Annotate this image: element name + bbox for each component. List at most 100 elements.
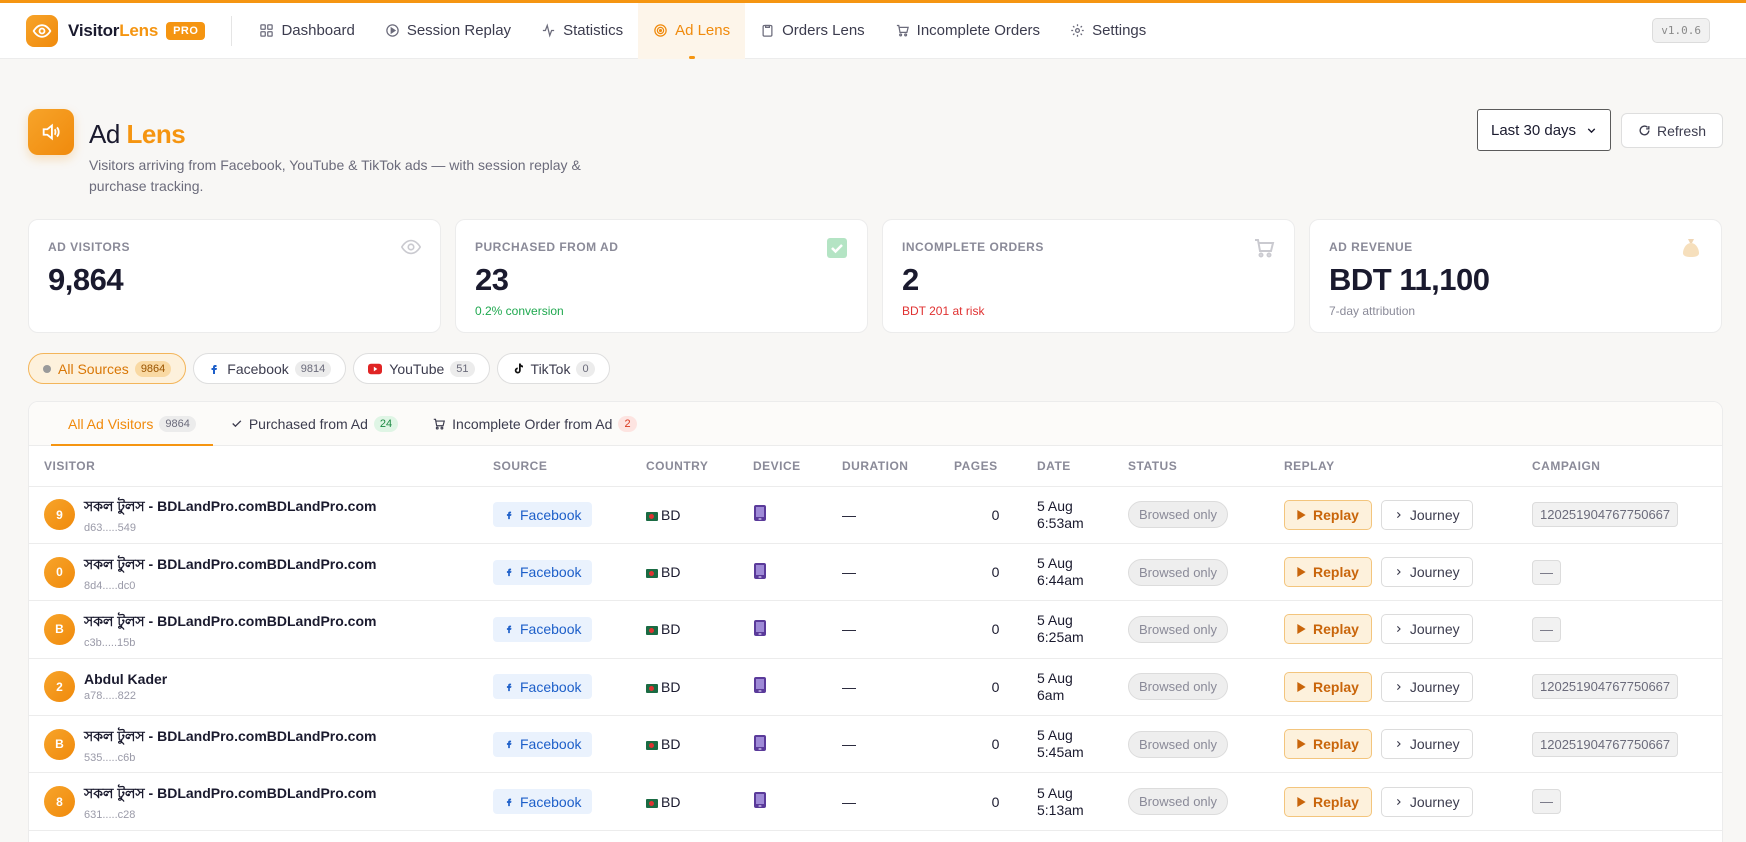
- facebook-icon: [506, 626, 512, 634]
- activity-icon: [542, 23, 555, 38]
- duration-value: —: [842, 600, 954, 659]
- col-status[interactable]: STATUS: [1128, 446, 1284, 487]
- flag-bd-icon: [646, 626, 658, 636]
- journey-button[interactable]: Journey: [1380, 786, 1473, 817]
- nav-incomplete-orders[interactable]: Incomplete Orders: [880, 3, 1055, 59]
- replay-button[interactable]: Replay: [1284, 671, 1372, 702]
- count-badge: 24: [373, 415, 399, 432]
- table-row[interactable]: 8 সকল টুলস - BDLandPro.comBDLandPro.com …: [29, 772, 1722, 831]
- source-badge: Facebook: [493, 674, 593, 700]
- visitor-id: 535.....c6b: [84, 751, 136, 764]
- country-code: BD: [661, 678, 681, 695]
- col-visitor[interactable]: VISITOR: [29, 446, 493, 487]
- filter-facebook[interactable]: Facebook 9814: [193, 353, 347, 384]
- replay-button[interactable]: Replay: [1284, 499, 1372, 530]
- count-badge: 0: [576, 360, 595, 377]
- gear-icon: [1071, 24, 1084, 37]
- main-nav: Dashboard Session Replay Statistics Ad L…: [244, 2, 1161, 59]
- page-subtitle: Visitors arriving from Facebook, YouTube…: [89, 157, 581, 194]
- table-row[interactable]: 9 সকল টুলস - BDLandPro.comBDLandPro.com …: [29, 486, 1722, 544]
- dot-icon: [43, 364, 51, 373]
- filter-youtube[interactable]: YouTube 51: [353, 353, 490, 384]
- journey-button[interactable]: Journey: [1380, 671, 1473, 702]
- play-icon: [1297, 624, 1306, 635]
- date-day: 5 Aug: [1037, 727, 1073, 744]
- table-row[interactable]: B সকল টুলস - BDLandPro.comBDLandPro.com …: [29, 715, 1722, 774]
- col-device[interactable]: DEVICE: [753, 446, 842, 487]
- col-duration[interactable]: DURATION: [842, 446, 954, 487]
- col-source[interactable]: SOURCE: [493, 446, 646, 487]
- table-row[interactable]: 2 Abdul Kader a78.....822 Facebook BD — …: [29, 658, 1722, 717]
- date-range-value: Last 30 days: [1491, 121, 1577, 139]
- country-code: BD: [661, 736, 681, 753]
- nav-statistics[interactable]: Statistics: [526, 3, 638, 59]
- tiktok-icon: [514, 363, 523, 374]
- table-header-row: VISITOR SOURCE COUNTRY DEVICE DURATION P…: [29, 446, 1722, 487]
- source-badge: Facebook: [493, 559, 593, 585]
- replay-button[interactable]: Replay: [1284, 786, 1372, 817]
- visitor-id: a78.....822: [84, 690, 136, 703]
- nav-dashboard[interactable]: Dashboard: [244, 3, 369, 59]
- status-badge: Browsed only: [1128, 615, 1229, 643]
- tab-all-ad-visitors[interactable]: All Ad Visitors 9864: [51, 402, 213, 446]
- replay-button[interactable]: Replay: [1284, 557, 1372, 588]
- mobile-device-icon: [753, 619, 767, 640]
- flag-bd-icon: [646, 569, 658, 579]
- col-date[interactable]: DATE: [1037, 446, 1128, 487]
- col-pages[interactable]: PAGES: [954, 446, 1037, 487]
- facebook-icon: [506, 568, 512, 577]
- table-row[interactable]: B সকল টুলস - BDLandPro.comBDLandPro.com …: [29, 600, 1722, 659]
- flag-bd-icon: [646, 683, 658, 693]
- stat-value: BDT 11,100: [1329, 262, 1490, 297]
- table-row[interactable]: 0 সকল টুলস - BDLandPro.comBDLandPro.com …: [29, 543, 1722, 602]
- mobile-device-icon: [753, 734, 767, 755]
- journey-button[interactable]: Journey: [1380, 614, 1473, 645]
- nav-session-replay[interactable]: Session Replay: [370, 3, 526, 59]
- visitor-id: 8d4.....dc0: [84, 579, 136, 592]
- nav-ad-lens[interactable]: Ad Lens: [638, 2, 746, 59]
- duration-value: —: [842, 543, 954, 602]
- visitor-name: Abdul Kader: [84, 671, 168, 688]
- refresh-button[interactable]: Refresh: [1621, 113, 1723, 148]
- campaign-badge: 120251904767750667: [1532, 731, 1679, 757]
- facebook-icon: [506, 798, 512, 806]
- visitor-name: সকল টুলস - BDLandPro.comBDLandPro.com: [84, 555, 377, 572]
- tab-purchased-from-ad[interactable]: Purchased from Ad 24: [213, 402, 415, 445]
- stat-label: AD VISITORS: [48, 240, 130, 254]
- date-day: 5 Aug: [1037, 497, 1073, 514]
- chevron-right-icon: [1396, 511, 1401, 518]
- filter-all-sources[interactable]: All Sources 9864: [28, 353, 187, 384]
- journey-button[interactable]: Journey: [1380, 729, 1473, 760]
- journey-button[interactable]: Journey: [1380, 499, 1473, 530]
- visitor-name: সকল টুলস - BDLandPro.comBDLandPro.com: [84, 727, 377, 744]
- nav-orders-lens[interactable]: Orders Lens: [745, 3, 880, 59]
- stat-value: 23: [475, 262, 509, 297]
- brand[interactable]: VisitorLens PRO: [26, 14, 206, 47]
- count-badge: 9864: [159, 415, 196, 432]
- pages-value: 0: [954, 600, 1037, 659]
- tab-incomplete-order-from-ad[interactable]: Incomplete Order from Ad 2: [415, 402, 653, 445]
- date-time: 5:45am: [1037, 744, 1084, 761]
- chevron-right-icon: [1396, 569, 1401, 576]
- visitor-name: সকল টুলস - BDLandPro.comBDLandPro.com: [84, 498, 377, 515]
- mobile-device-icon: [753, 504, 767, 525]
- mobile-device-icon: [753, 676, 767, 697]
- replay-button[interactable]: Replay: [1284, 614, 1372, 645]
- campaign-badge: —: [1532, 789, 1561, 815]
- nav-settings[interactable]: Settings: [1055, 3, 1161, 59]
- play-icon: [1297, 567, 1306, 578]
- date-range-select[interactable]: Last 30 days: [1477, 109, 1611, 151]
- col-campaign[interactable]: CAMPAIGN: [1532, 446, 1722, 487]
- date-time: 6:25am: [1037, 629, 1084, 646]
- journey-button[interactable]: Journey: [1380, 557, 1473, 588]
- date-time: 6am: [1037, 686, 1065, 703]
- replay-button[interactable]: Replay: [1284, 729, 1372, 760]
- status-badge: Browsed only: [1128, 673, 1229, 701]
- filter-tiktok[interactable]: TikTok 0: [496, 353, 610, 384]
- visitor-id: d63.....549: [84, 522, 136, 535]
- stat-label: INCOMPLETE ORDERS: [902, 240, 1044, 254]
- visitor-tabs: All Ad Visitors 9864 Purchased from Ad 2…: [29, 402, 1722, 446]
- col-country[interactable]: COUNTRY: [646, 446, 753, 487]
- duration-value: —: [842, 715, 954, 774]
- avatar: 9: [44, 499, 75, 531]
